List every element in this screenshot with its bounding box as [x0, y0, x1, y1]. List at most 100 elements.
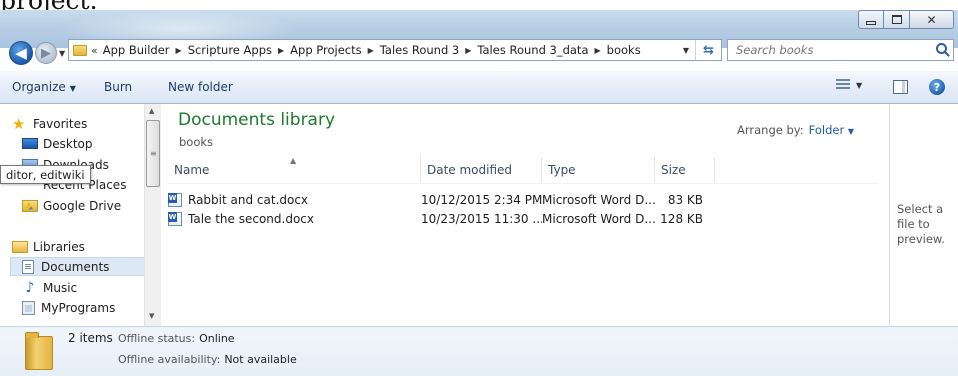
- file-size: 128 KB: [660, 211, 703, 226]
- nav-google-drive-label: Google Drive: [43, 198, 122, 213]
- desktop-icon: [22, 138, 38, 149]
- preview-pane-icon[interactable]: [893, 80, 908, 94]
- scroll-down-icon[interactable]: ▼: [149, 312, 154, 320]
- nav-scrollbar[interactable]: ▲ ≡ ▼: [144, 104, 161, 326]
- forward-button[interactable]: ▶: [35, 42, 57, 64]
- back-arrow-icon: ◀: [15, 44, 27, 62]
- organize-label: Organize: [12, 80, 66, 94]
- nav-myprograms-label: MyPrograms: [41, 300, 116, 315]
- tooltip: ditor, editwiki: [0, 165, 91, 184]
- navigation-pane: ★Favorites Desktop Downloads Recent Plac…: [0, 104, 161, 326]
- breadcrumb-separator-icon[interactable]: ▶: [368, 46, 374, 55]
- new-folder-button[interactable]: New folder: [168, 80, 233, 94]
- google-drive-icon: [22, 199, 38, 212]
- breadcrumb-scripture-apps[interactable]: Scripture Apps: [188, 43, 272, 57]
- arrange-by: Arrange by: Folder ▼: [737, 123, 854, 137]
- scroll-up-icon[interactable]: ▲: [149, 107, 154, 115]
- myprograms-icon: [22, 300, 35, 315]
- offline-availability-label: Offline availability:: [118, 353, 221, 366]
- window-controls: ✕: [858, 10, 954, 29]
- column-type[interactable]: Type: [542, 157, 655, 183]
- table-row[interactable]: Rabbit and cat.docx 10/12/2015 2:34 PM M…: [168, 190, 728, 209]
- arrange-by-value: Folder: [808, 123, 845, 137]
- breadcrumb-app-builder[interactable]: App Builder: [103, 43, 170, 57]
- offline-availability: Offline availability: Not available: [118, 353, 297, 366]
- folder-icon: [25, 332, 53, 370]
- file-name-cell: Rabbit and cat.docx: [168, 192, 421, 207]
- file-name: Tale the second.docx: [188, 211, 315, 226]
- nav-documents[interactable]: Documents: [10, 257, 146, 276]
- nav-libraries[interactable]: Libraries: [12, 237, 85, 256]
- minimize-button[interactable]: [858, 10, 884, 29]
- overflow-chevron[interactable]: «: [91, 44, 98, 57]
- nav-google-drive[interactable]: Google Drive: [22, 196, 121, 215]
- chevron-down-icon: ▼: [847, 127, 854, 136]
- star-icon: ★: [12, 114, 26, 133]
- breadcrumb-separator-icon[interactable]: ▶: [595, 46, 601, 55]
- burn-button[interactable]: Burn: [104, 80, 132, 94]
- refresh-icon[interactable]: ⇆: [695, 40, 721, 60]
- back-button[interactable]: ◀: [9, 41, 33, 65]
- close-icon: ✕: [926, 12, 937, 27]
- help-icon[interactable]: ?: [929, 79, 945, 95]
- close-button[interactable]: ✕: [910, 10, 954, 29]
- organize-button[interactable]: Organize ▼: [12, 80, 76, 94]
- offline-availability-value: Not available: [224, 353, 297, 366]
- column-date-modified[interactable]: Date modified: [421, 157, 542, 183]
- item-count: 2 items: [68, 331, 113, 345]
- nav-documents-label: Documents: [41, 259, 110, 274]
- header-divider: [168, 183, 878, 184]
- search-icon[interactable]: [936, 43, 947, 54]
- scrollbar-thumb[interactable]: ≡: [146, 120, 160, 187]
- file-name: Rabbit and cat.docx: [188, 192, 309, 207]
- column-size[interactable]: Size: [655, 157, 715, 183]
- minimize-icon: [866, 20, 876, 25]
- documents-icon: [22, 259, 34, 274]
- breadcrumb-separator-icon[interactable]: ▶: [465, 46, 471, 55]
- library-title: Documents library: [178, 110, 336, 130]
- nav-desktop[interactable]: Desktop: [22, 134, 93, 153]
- folder-icon: [73, 44, 87, 56]
- breadcrumb-app-projects[interactable]: App Projects: [290, 43, 361, 57]
- breadcrumb-separator-icon[interactable]: ▶: [176, 46, 182, 55]
- address-bar[interactable]: « App Builder ▶ Scripture Apps ▶ App Pro…: [68, 39, 722, 61]
- chevron-down-icon: ▼: [856, 80, 863, 90]
- preview-placeholder: Select a file to preview.: [897, 202, 945, 246]
- maximize-button[interactable]: [884, 10, 910, 29]
- chevron-down-icon: ▼: [69, 84, 76, 93]
- change-view-button[interactable]: ▼: [836, 79, 862, 91]
- breadcrumb-tales-round-3[interactable]: Tales Round 3: [380, 43, 459, 57]
- file-date: 10/23/2015 11:30 ...: [421, 211, 542, 226]
- library-subtitle: books: [179, 135, 214, 149]
- recent-pages-dropdown[interactable]: ▼: [59, 49, 65, 58]
- word-document-icon: [168, 192, 182, 207]
- libraries-icon: [12, 240, 28, 253]
- forward-arrow-icon: ▶: [41, 45, 51, 61]
- details-pane: 2 items Offline status: Online Offline av…: [0, 326, 958, 376]
- view-options-icon: [836, 79, 850, 91]
- preview-pane: Select a file to preview.: [889, 104, 958, 326]
- breadcrumb-separator-icon[interactable]: ▶: [278, 46, 284, 55]
- nav-libraries-label: Libraries: [33, 239, 85, 254]
- nav-favorites[interactable]: ★ Favorites: [12, 114, 87, 133]
- search-input[interactable]: [728, 43, 928, 57]
- music-note-icon: ♪: [25, 279, 35, 296]
- table-row[interactable]: Tale the second.docx 10/23/2015 11:30 ..…: [168, 209, 728, 228]
- column-name[interactable]: Name: [168, 157, 421, 183]
- breadcrumb-tales-round-3-data[interactable]: Tales Round 3_data: [477, 43, 588, 57]
- nav-myprograms[interactable]: MyPrograms: [22, 298, 115, 317]
- file-size: 83 KB: [667, 192, 703, 207]
- arrange-by-dropdown[interactable]: Folder ▼: [809, 123, 854, 137]
- maximize-icon: [891, 15, 902, 24]
- word-document-icon: [168, 211, 182, 226]
- nav-music[interactable]: ♪ Music: [22, 278, 78, 297]
- nav-favorites-label: Favorites: [33, 116, 88, 131]
- navigation-row: ◀ ▶ ▼ « App Builder ▶ Scripture Apps ▶ A…: [0, 39, 958, 69]
- breadcrumb-books[interactable]: books: [607, 43, 641, 57]
- file-type: Microsoft Word D...: [542, 211, 655, 226]
- file-list-pane: Documents library books Arrange by: Folde…: [161, 104, 889, 326]
- address-dropdown-icon[interactable]: ▼: [677, 46, 695, 55]
- search-box[interactable]: [727, 39, 954, 61]
- new-folder-label: New folder: [168, 80, 233, 94]
- file-type: Microsoft Word D...: [542, 192, 655, 207]
